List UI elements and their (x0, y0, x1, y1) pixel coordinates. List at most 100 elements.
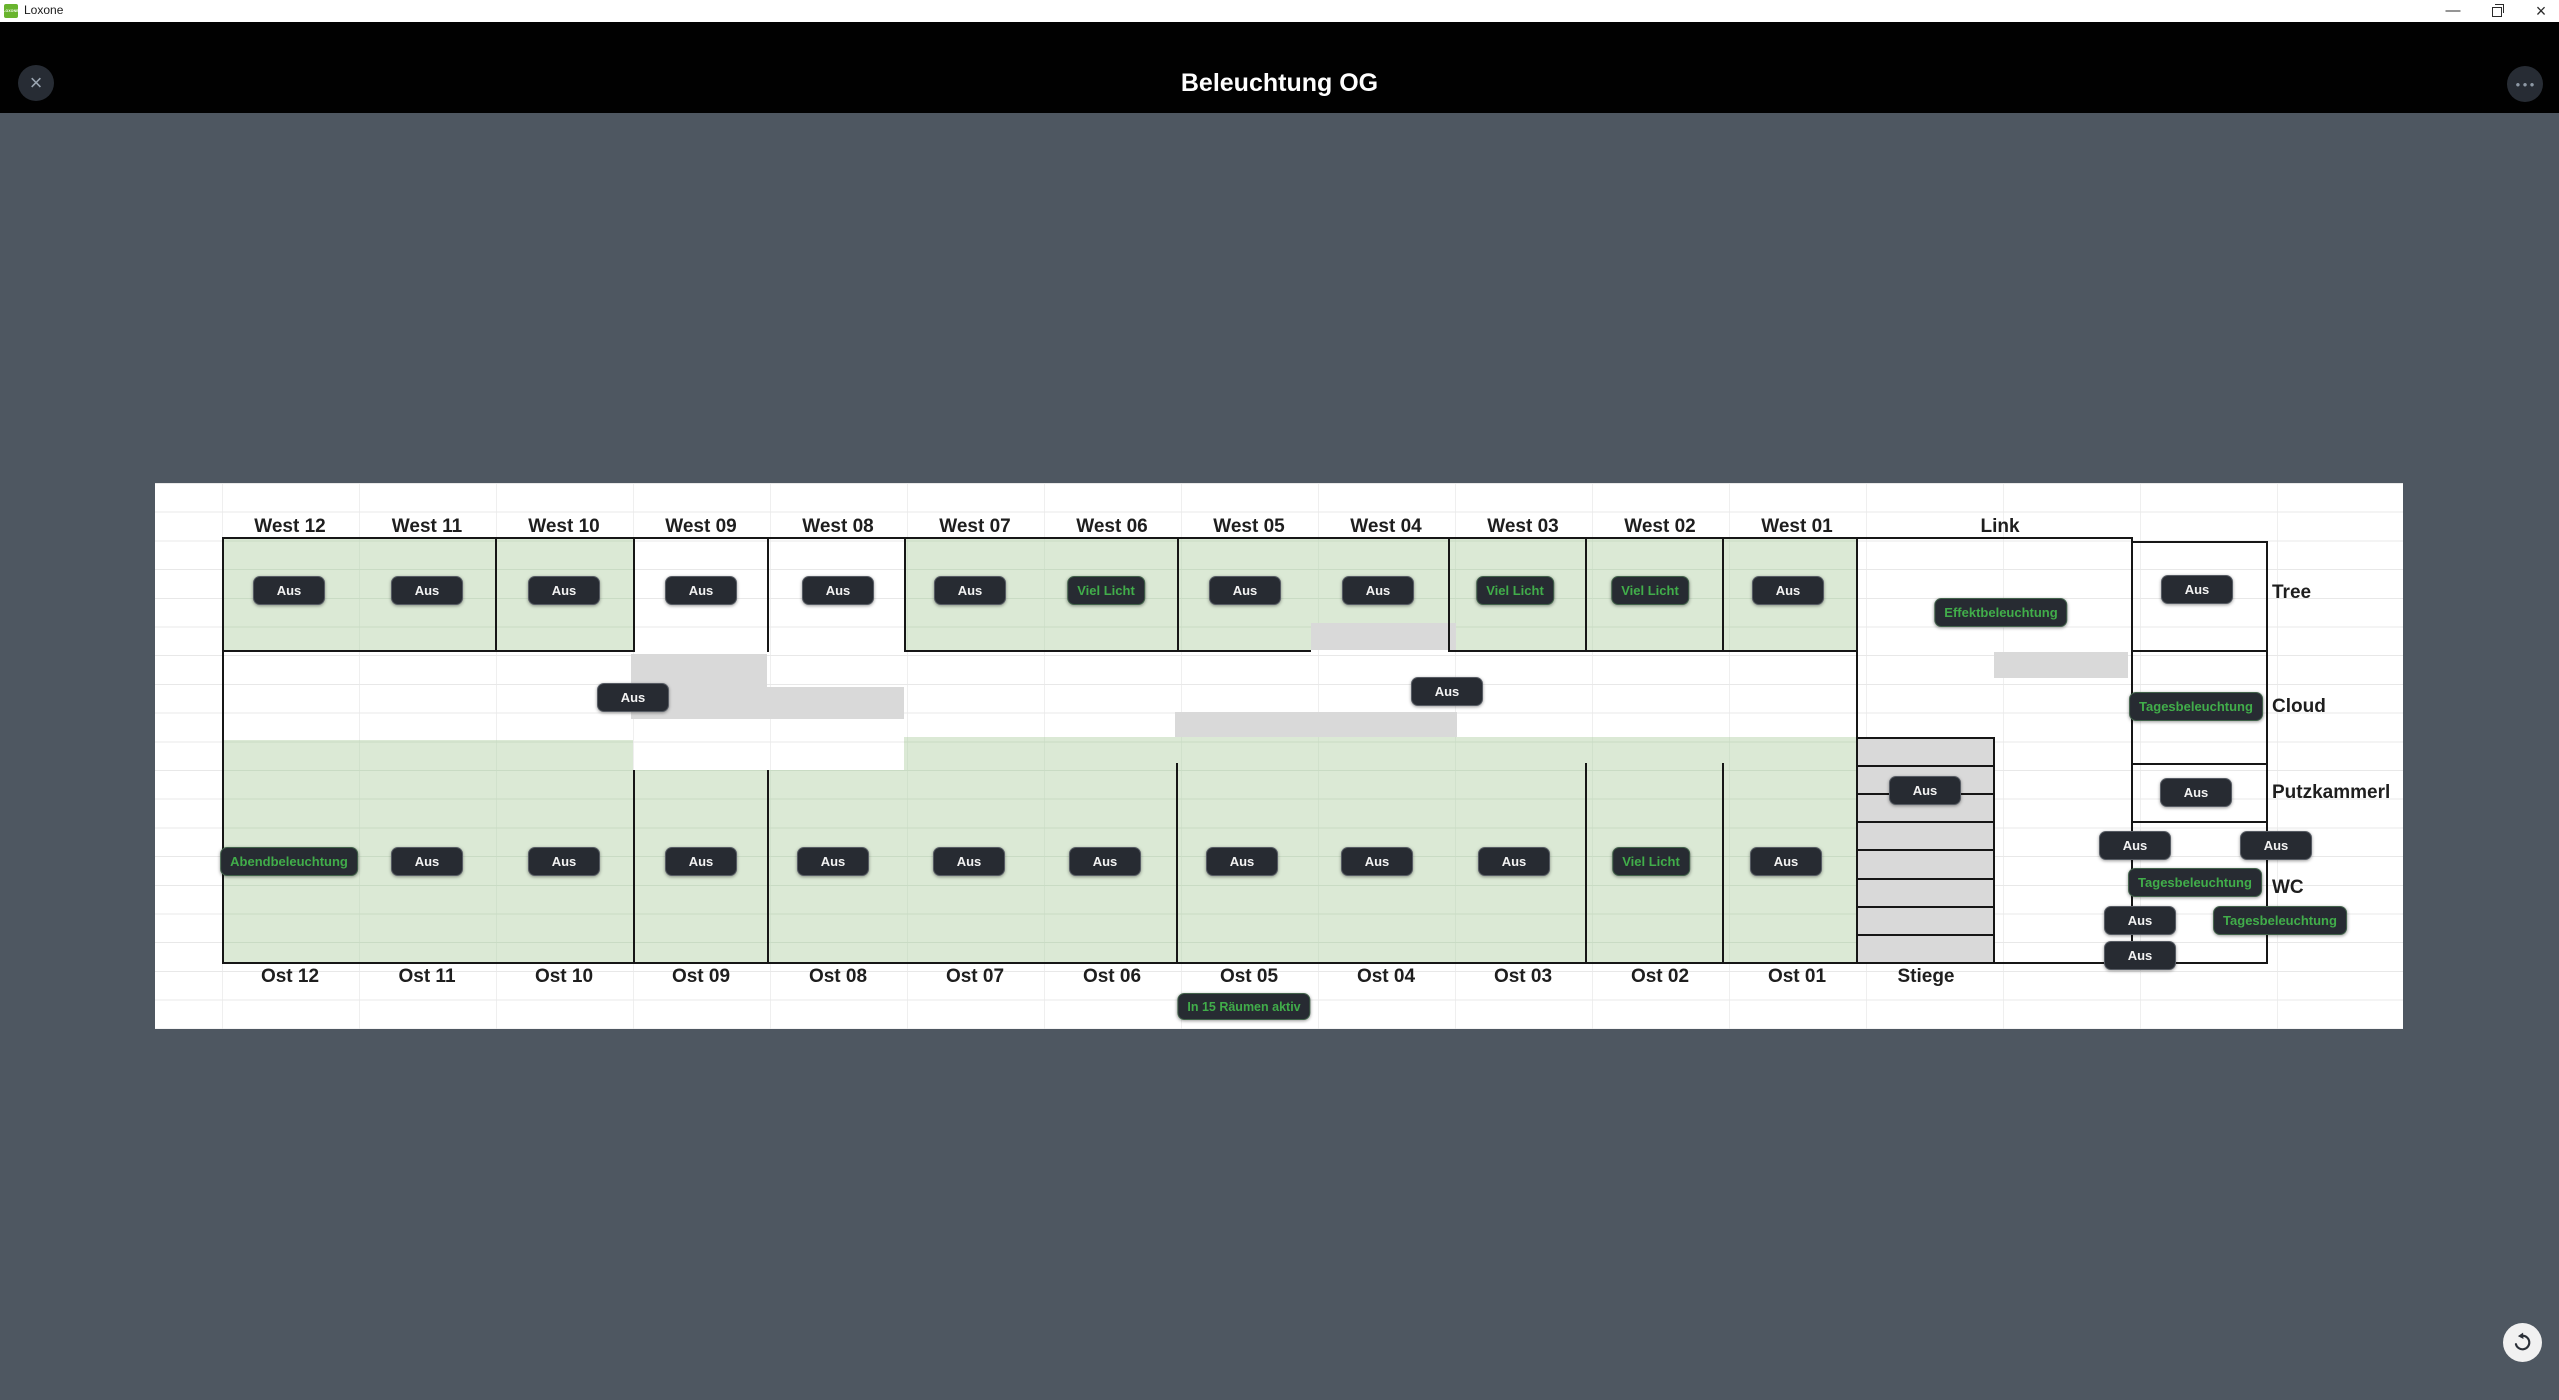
refresh-button[interactable] (2503, 1323, 2542, 1362)
room-label-west-10: West 10 (528, 516, 599, 538)
light-button-corridor-west[interactable]: Aus (597, 683, 669, 712)
wall-border (2131, 650, 2268, 652)
room-label-tree: Tree (2272, 582, 2311, 604)
light-button-west-07[interactable]: Aus (934, 576, 1006, 605)
wall-border (904, 537, 906, 652)
light-button-ost-01[interactable]: Aus (1750, 847, 1822, 876)
wall-border (1176, 763, 1178, 964)
room-label-west-07: West 07 (939, 516, 1010, 538)
wall-border (2131, 821, 2268, 823)
wall-border (1722, 763, 1724, 964)
light-button-wc-5[interactable]: Tagesbeleuchtung (2213, 906, 2347, 935)
light-button-west-12[interactable]: Aus (253, 576, 325, 605)
wall-border (2266, 541, 2268, 964)
wall-border (2131, 541, 2268, 543)
wall-border (1585, 537, 1587, 652)
stair-step-line (1858, 821, 1993, 823)
wall-border (2131, 763, 2268, 765)
light-button-ost-07[interactable]: Aus (933, 847, 1005, 876)
stair-step-line (1858, 934, 1993, 936)
loxone-logo-icon: LOXONE (4, 4, 18, 18)
light-button-wc-1[interactable]: Aus (2099, 831, 2171, 860)
light-button-link[interactable]: Effektbeleuchtung (1934, 598, 2067, 627)
room-label-link: Link (1980, 516, 2019, 538)
wall-border (222, 650, 633, 652)
window-close-icon[interactable]: × (2531, 0, 2551, 22)
light-button-ost-02[interactable]: Viel Licht (1612, 847, 1690, 876)
room-label-west-06: West 06 (1076, 516, 1147, 538)
light-button-ost-03[interactable]: Aus (1478, 847, 1550, 876)
light-button-ost-10[interactable]: Aus (528, 847, 600, 876)
window-controls: — × (2443, 0, 2551, 22)
wall-border (1856, 537, 1858, 964)
light-button-west-03[interactable]: Viel Licht (1476, 576, 1554, 605)
minimize-icon[interactable]: — (2443, 0, 2463, 22)
restore-glyph (2492, 7, 2502, 17)
light-button-ost-04[interactable]: Aus (1341, 847, 1413, 876)
room-label-ost-01: Ost 01 (1768, 966, 1826, 988)
status-badge-active-rooms[interactable]: In 15 Räumen aktiv (1177, 993, 1310, 1020)
light-button-wc-6[interactable]: Aus (2104, 941, 2176, 970)
room-label-ost-06: Ost 06 (1083, 966, 1141, 988)
room-label-ost-03: Ost 03 (1494, 966, 1552, 988)
room-label-west-05: West 05 (1213, 516, 1284, 538)
wall-border (1177, 537, 1179, 652)
stair-step-line (1858, 878, 1993, 880)
light-button-west-09[interactable]: Aus (665, 576, 737, 605)
wall-border (767, 537, 769, 652)
corridor-strip (1994, 652, 2128, 678)
stair-step-line (1858, 849, 1993, 851)
wall-border (1722, 537, 1724, 652)
wall-border (1448, 650, 1856, 652)
corridor-strip (1175, 712, 1457, 737)
floorplan-canvas: West 12 West 11 West 10 West 09 West 08 … (155, 483, 2403, 1029)
light-button-west-11[interactable]: Aus (391, 576, 463, 605)
light-button-west-08[interactable]: Aus (802, 576, 874, 605)
room-label-west-01: West 01 (1761, 516, 1832, 538)
room-label-west-03: West 03 (1487, 516, 1558, 538)
app-header: × Beleuchtung OG ••• (0, 22, 2559, 113)
wall-border (495, 537, 497, 652)
light-button-cloud[interactable]: Tagesbeleuchtung (2129, 692, 2263, 721)
room-label-ost-10: Ost 10 (535, 966, 593, 988)
light-button-tree[interactable]: Aus (2161, 575, 2233, 604)
light-button-wc-4[interactable]: Aus (2104, 906, 2176, 935)
light-button-ost-12[interactable]: Abendbeleuchtung (220, 847, 358, 876)
room-label-ost-04: Ost 04 (1357, 966, 1415, 988)
wall-border (222, 537, 224, 964)
restore-icon[interactable] (2487, 0, 2507, 22)
room-label-ost-05: Ost 05 (1220, 966, 1278, 988)
wall-border (2131, 537, 2133, 964)
windows-titlebar: LOXONE Loxone — × (0, 0, 2559, 22)
light-button-west-10[interactable]: Aus (528, 576, 600, 605)
light-button-west-04[interactable]: Aus (1342, 576, 1414, 605)
light-button-west-06[interactable]: Viel Licht (1067, 576, 1145, 605)
room-label-west-11: West 11 (392, 516, 462, 538)
page-title: Beleuchtung OG (0, 69, 2559, 98)
room-label-west-09: West 09 (665, 516, 736, 538)
corridor-strip (631, 687, 904, 719)
light-button-west-05[interactable]: Aus (1209, 576, 1281, 605)
light-button-ost-11[interactable]: Aus (391, 847, 463, 876)
more-options-button[interactable]: ••• (2507, 66, 2543, 102)
light-button-stiege[interactable]: Aus (1889, 776, 1961, 805)
room-label-stiege: Stiege (1897, 966, 1954, 988)
light-button-wc-2[interactable]: Aus (2240, 831, 2312, 860)
light-button-corridor-east[interactable]: Aus (1411, 677, 1483, 706)
light-button-west-01[interactable]: Aus (1752, 576, 1824, 605)
light-button-ost-06[interactable]: Aus (1069, 847, 1141, 876)
room-label-west-12: West 12 (254, 516, 325, 538)
room-label-ost-09: Ost 09 (672, 966, 730, 988)
stair-step-line (1858, 737, 1995, 739)
window-app-name: Loxone (24, 3, 63, 17)
wall-border (1585, 763, 1587, 964)
light-button-west-02[interactable]: Viel Licht (1611, 576, 1689, 605)
stair-step-line (1858, 765, 1993, 767)
light-button-wc-3[interactable]: Tagesbeleuchtung (2128, 868, 2262, 897)
light-button-putzkammerl[interactable]: Aus (2160, 778, 2232, 807)
light-button-ost-09[interactable]: Aus (665, 847, 737, 876)
room-label-ost-07: Ost 07 (946, 966, 1004, 988)
light-button-ost-08[interactable]: Aus (797, 847, 869, 876)
room-label-west-04: West 04 (1350, 516, 1421, 538)
light-button-ost-05[interactable]: Aus (1206, 847, 1278, 876)
